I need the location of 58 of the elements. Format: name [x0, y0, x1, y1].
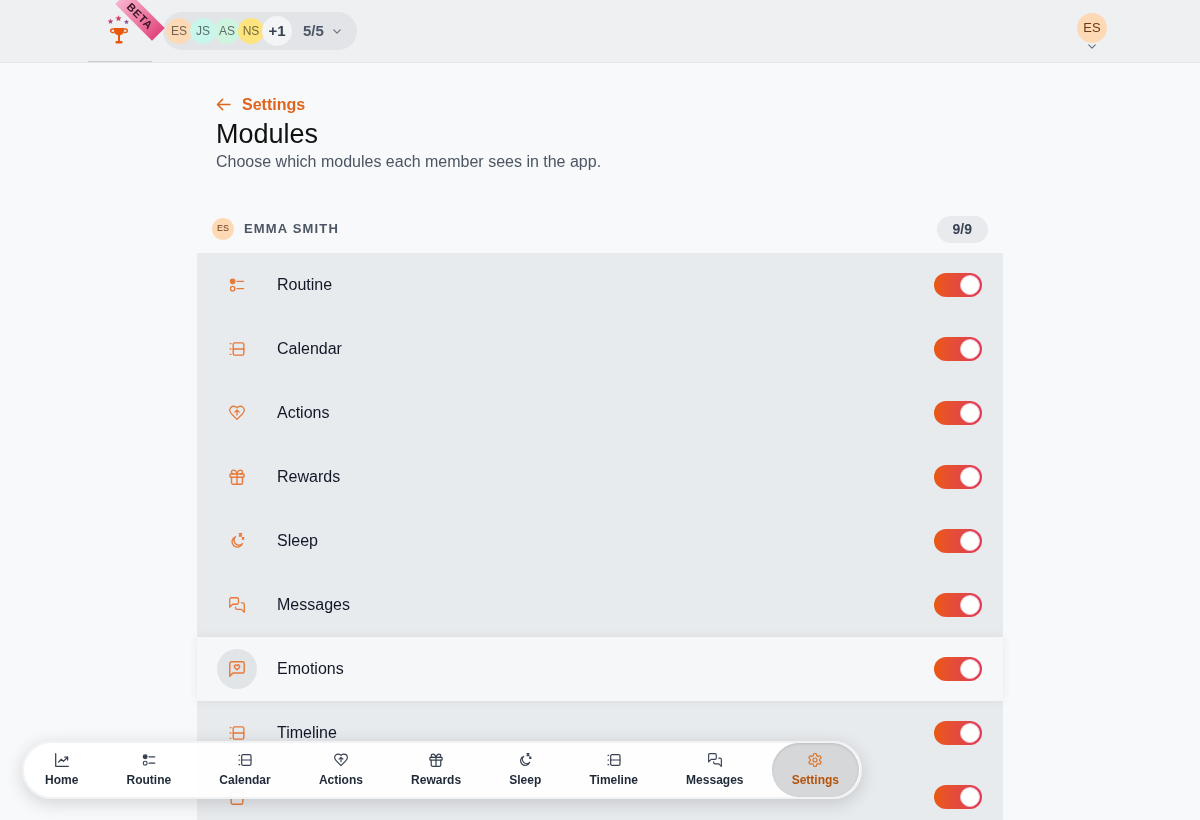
nav-tab[interactable]: Home	[25, 743, 99, 797]
rows-icon	[606, 753, 621, 767]
member-switcher[interactable]: ES JS AS NS +1 5/5	[163, 12, 357, 50]
member-avatar: ES	[166, 18, 192, 44]
module-label: Routine	[277, 277, 333, 293]
moon-icon	[518, 753, 533, 767]
rows-icon	[229, 341, 245, 357]
gift-icon	[229, 469, 245, 485]
toggle-switch[interactable]	[934, 593, 982, 617]
enabled-count: 9/9	[936, 215, 988, 243]
toggle-switch[interactable]	[934, 337, 982, 361]
nav-tab[interactable]: Calendar	[199, 743, 291, 797]
page-subtitle: Choose which modules each member sees in the app.	[216, 152, 602, 172]
chat-bubbles-icon	[707, 753, 722, 767]
module-label: Actions	[277, 405, 330, 421]
nav-tab[interactable]: Actions	[298, 743, 383, 797]
nav-tab[interactable]: Timeline	[569, 743, 658, 797]
module-label: Messages	[277, 597, 350, 613]
nav-tab[interactable]: Sleep	[489, 743, 562, 797]
member-avatar: AS	[214, 18, 240, 44]
page-title: Modules	[216, 118, 319, 150]
member-avatar: JS	[190, 18, 216, 44]
checklist-icon	[229, 277, 245, 293]
chevron-down-icon	[1088, 44, 1096, 49]
module-label: Rewards	[277, 469, 341, 485]
more-members-count: +1	[262, 16, 292, 46]
nav-tab[interactable]: Settings	[771, 743, 859, 797]
line-chart-icon	[54, 753, 69, 767]
toggle-switch[interactable]	[934, 273, 982, 297]
heart-chat-icon	[217, 649, 257, 689]
member-name: EMMA SMITH	[244, 220, 339, 239]
module-label: Emotions	[277, 661, 344, 677]
toggle-switch[interactable]	[934, 529, 982, 553]
module-label: Timeline	[277, 725, 337, 741]
nav-tab[interactable]: Messages	[666, 743, 764, 797]
heart-arrow-icon	[229, 405, 245, 421]
member-avatar: NS	[238, 18, 264, 44]
gift-icon	[429, 753, 444, 767]
heart-arrow-icon	[333, 753, 348, 767]
nav-tab[interactable]: Rewards	[391, 743, 482, 797]
settings-icon	[808, 753, 823, 767]
toggle-switch[interactable]	[934, 401, 982, 425]
member-avatar: ES	[212, 218, 234, 240]
module-label: Calendar	[277, 341, 342, 357]
arrow-left-icon	[216, 98, 231, 111]
toggle-switch[interactable]	[934, 465, 982, 489]
rows-icon	[229, 725, 245, 741]
chevron-down-icon	[332, 28, 341, 34]
toggle-switch[interactable]	[934, 721, 982, 745]
user-avatar[interactable]: ES	[1077, 13, 1107, 43]
nav-tab[interactable]: Routine	[106, 743, 192, 797]
moon-icon	[229, 533, 245, 549]
toggle-switch[interactable]	[934, 785, 982, 809]
rows-icon	[238, 753, 253, 767]
checklist-icon	[141, 753, 156, 767]
toggle-switch[interactable]	[934, 657, 982, 681]
module-label: Sleep	[277, 533, 318, 549]
chat-bubbles-icon	[229, 597, 245, 613]
